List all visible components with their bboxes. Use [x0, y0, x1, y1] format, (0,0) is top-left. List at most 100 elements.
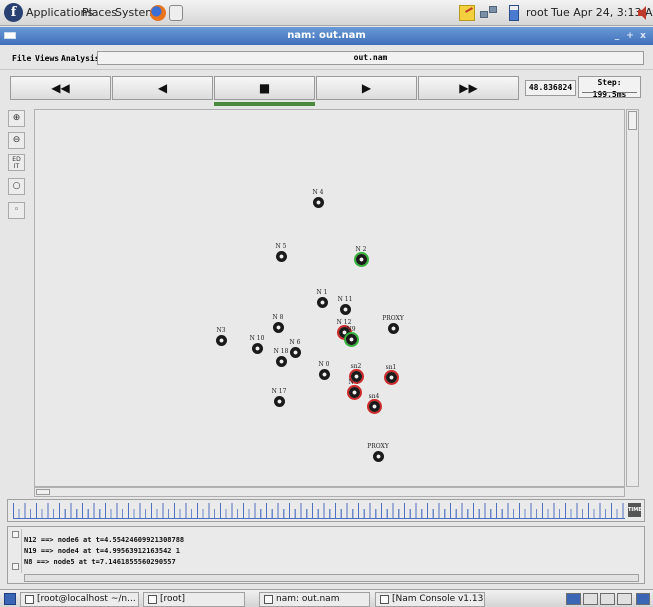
small-circle-tool-icon[interactable]: ◦	[8, 202, 25, 219]
node-label: N 5	[275, 243, 287, 250]
node-label: sn2	[350, 363, 362, 370]
filename-display: out.nam	[97, 51, 644, 65]
node-label: N 17	[271, 388, 287, 395]
console-line: N19 ==> node4 at t=4.99563912163542 1	[24, 547, 180, 555]
network-node[interactable]	[312, 196, 324, 208]
network-node[interactable]	[339, 303, 351, 315]
task-root-folder[interactable]: [root]	[143, 592, 245, 607]
circle-tool-icon[interactable]: ○	[8, 178, 25, 195]
show-desktop-icon[interactable]	[4, 593, 16, 605]
network-node[interactable]	[251, 342, 263, 354]
console-controls	[10, 529, 22, 573]
network-node[interactable]	[348, 386, 360, 398]
network-node[interactable]	[368, 400, 380, 412]
canvas-vertical-scrollbar[interactable]	[626, 109, 639, 487]
battery-icon[interactable]	[509, 5, 519, 21]
task-label: nam: out.nam	[276, 594, 340, 604]
canvas-horizontal-scrollbar[interactable]	[34, 487, 625, 497]
minimize-button[interactable]: _	[611, 30, 623, 42]
network-icon[interactable]	[480, 5, 498, 21]
node-label: N 7	[348, 379, 360, 386]
workspace-1[interactable]	[566, 593, 581, 605]
desktop-screen: f Applications Places System root Tue Ap…	[0, 0, 653, 607]
node-label: N 10	[249, 335, 265, 342]
node-label: N 1	[316, 289, 328, 296]
node-label: N 18	[273, 348, 289, 355]
window-icon	[264, 595, 273, 604]
menu-file[interactable]: File	[12, 54, 31, 63]
network-node[interactable]	[355, 253, 367, 265]
firefox-icon[interactable]	[150, 5, 166, 21]
node-label: PROXY	[382, 315, 404, 322]
network-node[interactable]	[387, 322, 399, 334]
task-nam-window[interactable]: nam: out.nam	[259, 592, 370, 607]
network-node[interactable]	[272, 321, 284, 333]
workspace-3[interactable]	[600, 593, 615, 605]
menu-views[interactable]: Views	[35, 54, 59, 63]
time-display: 48.836824	[525, 80, 576, 96]
network-node[interactable]	[275, 250, 287, 262]
zoom-out-icon[interactable]: ⊖	[8, 132, 25, 149]
animation-canvas[interactable]: N 4N 5N 2N 1N 11 PROXY N 8N 12 N9 N3 N 10 N 6N…	[34, 109, 625, 487]
console-down-button[interactable]	[12, 563, 19, 570]
lock-icon[interactable]	[169, 5, 183, 21]
zoom-in-icon[interactable]: ⊕	[8, 110, 25, 127]
network-node[interactable]	[273, 395, 285, 407]
timeline-slider[interactable]: TIME	[7, 499, 645, 522]
edit-button[interactable]: ED IT	[8, 154, 25, 171]
user-name[interactable]: root	[526, 6, 548, 19]
annotation-console: N12 ==> node6 at t=4.55424609921308788 N…	[7, 526, 645, 584]
maximize-button[interactable]: +	[624, 30, 636, 42]
task-label: [root@localhost ~/n...	[37, 594, 136, 604]
window-icon	[380, 595, 389, 604]
close-button[interactable]: x	[637, 30, 649, 42]
node-label: sn1	[385, 364, 397, 371]
network-node[interactable]	[372, 450, 384, 462]
step-size-control[interactable]: Step: 199.5ms	[578, 76, 641, 99]
notes-icon[interactable]	[459, 5, 475, 21]
network-node[interactable]	[215, 334, 227, 346]
node-label: N 12	[336, 319, 352, 326]
fast-forward-button[interactable]: ▶▶	[418, 76, 519, 100]
network-node[interactable]	[318, 368, 330, 380]
workspace-4[interactable]	[617, 593, 632, 605]
node-label: N 2	[355, 246, 367, 253]
places-menu[interactable]: Places	[82, 6, 117, 19]
volume-icon[interactable]	[638, 5, 653, 21]
folder-icon	[148, 595, 157, 604]
network-node[interactable]	[275, 355, 287, 367]
timeline-handle[interactable]: TIME	[628, 503, 642, 517]
side-toolbar: ⊕ ⊖ ED IT ○ ◦	[8, 110, 26, 230]
rewind-button[interactable]: ◀◀	[10, 76, 111, 100]
stop-button[interactable]: ■	[214, 76, 315, 100]
scroll-thumb[interactable]	[628, 111, 637, 130]
task-nam-console[interactable]: [Nam Console v1.13]	[375, 592, 485, 607]
menu-analysis[interactable]: Analysis	[61, 54, 100, 63]
step-back-button[interactable]: ◀	[112, 76, 213, 100]
network-node[interactable]	[385, 371, 397, 383]
workspace-2[interactable]	[583, 593, 598, 605]
node-label: N3	[216, 327, 226, 334]
stop-active-indicator	[214, 102, 315, 106]
window-title: nam: out.nam	[287, 30, 366, 41]
timeline-ticks	[13, 503, 625, 519]
console-horizontal-scrollbar[interactable]	[24, 574, 639, 582]
fedora-logo-icon[interactable]: f	[4, 3, 23, 22]
network-node[interactable]	[289, 346, 301, 358]
node-label: PROXY	[367, 443, 389, 450]
trash-icon[interactable]	[636, 593, 650, 605]
play-button[interactable]: ▶	[316, 76, 417, 100]
menu-bar: File Views Analysis out.nam	[0, 46, 653, 70]
node-label: N 8	[272, 314, 284, 321]
network-node[interactable]	[345, 333, 357, 345]
task-terminal[interactable]: [root@localhost ~/n...	[20, 592, 139, 607]
console-up-button[interactable]	[12, 531, 19, 538]
console-line: N12 ==> node6 at t=4.55424609921308788	[24, 536, 185, 544]
node-label: N 4	[312, 189, 324, 196]
scroll-thumb[interactable]	[36, 489, 50, 495]
network-node[interactable]	[316, 296, 328, 308]
task-label: [Nam Console v1.13]	[392, 594, 485, 604]
node-label: N 11	[337, 296, 353, 303]
top-panel: f Applications Places System root Tue Ap…	[0, 0, 653, 26]
window-titlebar[interactable]: nam: out.nam _ + x	[0, 27, 653, 45]
